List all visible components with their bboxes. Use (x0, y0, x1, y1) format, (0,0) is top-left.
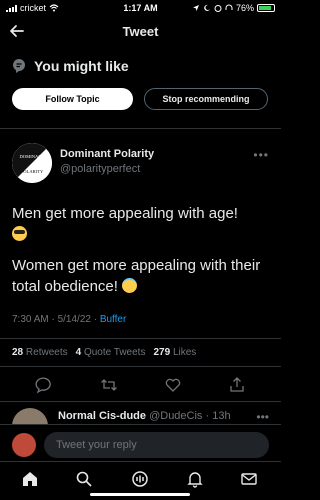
quotes-label: Quote Tweets (83, 347, 146, 358)
more-options-icon[interactable]: ••• (253, 148, 269, 162)
you-might-like-title: You might like (34, 58, 129, 74)
reply-input[interactable]: Tweet your reply (44, 432, 269, 458)
stop-recommending-button[interactable]: Stop recommending (144, 88, 268, 110)
retweets-label: Retweets (25, 347, 68, 358)
search-icon[interactable] (75, 470, 93, 488)
author-handle[interactable]: @polarityperfect (60, 163, 140, 175)
divider (0, 366, 281, 367)
battery-percent: 76% (235, 3, 254, 13)
compose-bar: Tweet your reply (0, 424, 281, 460)
follow-topic-button[interactable]: Follow Topic (12, 88, 133, 110)
tweet-line-1-text: Men get more appealing with age! (12, 205, 238, 222)
avatar-logo-icon: DOMINANT POLARITY (12, 143, 52, 183)
reply-author: Normal Cis-dude @DudeCis · 13h (58, 410, 231, 422)
tweet-stats: 28 Retweets 4 Quote Tweets 279 Likes (12, 347, 200, 358)
divider (0, 401, 281, 402)
home-icon[interactable] (21, 470, 39, 488)
reply-handle: @DudeCis · 13h (149, 410, 231, 422)
sunglasses-emoji-icon (12, 226, 27, 241)
share-icon[interactable] (228, 376, 246, 394)
tweet-meta: 7:30 AM · 5/14/22 · Buffer (12, 314, 126, 325)
status-bar: cricket 1:17 AM 76% (0, 0, 281, 18)
page-title: Tweet (122, 24, 159, 39)
home-indicator (90, 493, 190, 496)
headphones-icon (225, 4, 233, 10)
likes-stat[interactable]: 279 Likes (153, 347, 196, 358)
alarm-icon (214, 5, 222, 12)
messages-icon[interactable] (240, 470, 258, 488)
tweet-line-1: Men get more appealing with age! (12, 203, 274, 245)
quotes-count: 4 (75, 347, 82, 358)
like-icon[interactable] (164, 376, 182, 394)
retweets-count: 28 (12, 347, 24, 358)
likes-label: Likes (172, 347, 197, 358)
reply-icon[interactable] (35, 376, 53, 394)
top-nav: Tweet (0, 18, 281, 46)
retweets-stat[interactable]: 28 Retweets (12, 347, 68, 358)
likes-count: 279 (153, 347, 171, 358)
halo-emoji-icon (122, 278, 138, 293)
tweet-line-2: Women get more appealing with their tota… (12, 255, 274, 297)
reply-name: Normal Cis-dude (58, 410, 147, 422)
divider (0, 338, 281, 339)
retweet-icon[interactable] (100, 376, 118, 394)
bottom-tab-bar (0, 461, 281, 500)
tweet-line-2-text: Women get more appealing with their tota… (12, 257, 261, 295)
reply-more-icon[interactable]: ••• (256, 410, 269, 424)
divider (0, 128, 281, 129)
spaces-icon[interactable] (131, 470, 149, 488)
svg-text:DOMINANT: DOMINANT (19, 154, 44, 159)
author-name[interactable]: Dominant Polarity (60, 148, 154, 160)
you-might-like-header: You might like (12, 58, 129, 74)
tweet-timestamp: 7:30 AM · 5/14/22 · (12, 314, 100, 325)
status-right: 76% (192, 3, 275, 13)
battery-icon (257, 4, 275, 12)
location-icon (192, 5, 199, 11)
tweet-body: Men get more appealing with age! Women g… (12, 203, 274, 307)
moon-icon (204, 4, 210, 11)
tweet-actions (0, 376, 281, 398)
author-avatar[interactable]: DOMINANT POLARITY (12, 143, 52, 183)
quotes-stat[interactable]: 4 Quote Tweets (76, 347, 146, 358)
user-avatar[interactable] (12, 433, 36, 457)
svg-text:POLARITY: POLARITY (21, 169, 44, 174)
topic-icon (12, 58, 25, 73)
tweet-source-link[interactable]: Buffer (100, 314, 127, 325)
notifications-icon[interactable] (186, 470, 204, 488)
